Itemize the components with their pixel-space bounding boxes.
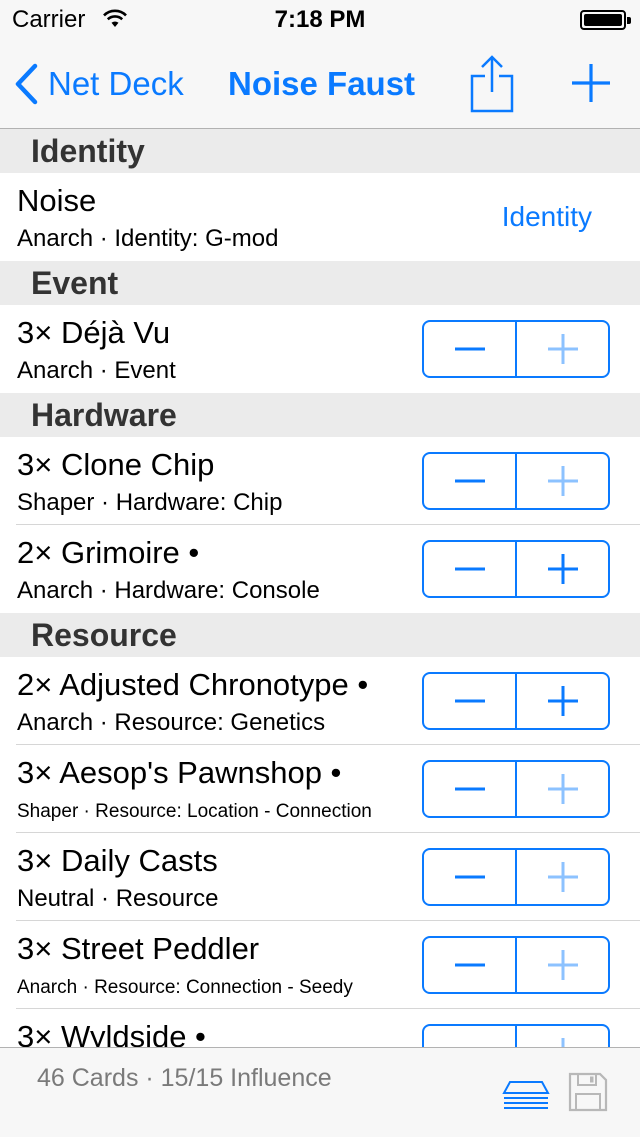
identity-row[interactable]: Noise Anarch · Identity: G-mod Identity: [0, 173, 640, 261]
decrement-button[interactable]: [424, 762, 517, 816]
card-subtitle: Anarch · Identity: G-mod: [17, 225, 279, 252]
minus-icon: [454, 699, 485, 703]
card-title: Noise: [17, 183, 97, 218]
navigation-bar: Net Deck Noise Faust: [0, 40, 640, 129]
battery-icon: [580, 10, 631, 30]
card-title: 3× Déjà Vu: [17, 315, 171, 350]
minus-icon: [454, 963, 485, 967]
card-row[interactable]: 3× Street Peddler Anarch · Resource: Con…: [0, 921, 640, 1009]
draw-cards-button[interactable]: [502, 1076, 550, 1112]
decrement-button[interactable]: [424, 322, 517, 376]
plus-icon: [572, 64, 610, 102]
quantity-stepper[interactable]: [422, 672, 610, 730]
card-title: 2× Adjusted Chronotype •: [17, 667, 369, 702]
minus-icon: [454, 567, 485, 571]
card-title: 3× Aesop's Pawnshop •: [17, 755, 342, 790]
card-title: 3× Street Peddler: [17, 931, 260, 966]
card-subtitle: Anarch · Hardware: Console: [17, 577, 320, 604]
increment-button[interactable]: [517, 938, 608, 992]
chevron-left-icon: [15, 63, 38, 105]
card-row[interactable]: 3× Clone Chip Shaper · Hardware: Chip: [0, 437, 640, 525]
quantity-stepper[interactable]: [422, 320, 610, 378]
increment-button[interactable]: [517, 322, 608, 376]
increment-button[interactable]: [517, 454, 608, 508]
increment-button[interactable]: [517, 674, 608, 728]
card-title: 3× Wyldside •: [17, 1019, 206, 1047]
card-subtitle: Anarch · Event: [17, 357, 176, 384]
card-row[interactable]: 2× Adjusted Chronotype • Anarch · Resour…: [0, 657, 640, 745]
card-row[interactable]: 2× Grimoire • Anarch · Hardware: Console: [0, 525, 640, 613]
section-header-resource: Resource: [0, 613, 640, 657]
card-subtitle: Anarch · Resource: Genetics: [17, 709, 326, 736]
clock: 7:18 PM: [274, 6, 366, 33]
quantity-stepper[interactable]: [422, 760, 610, 818]
increment-button[interactable]: [517, 542, 608, 596]
add-card-button[interactable]: [566, 58, 616, 108]
increment-button[interactable]: [517, 762, 608, 816]
plus-icon: [547, 554, 578, 584]
card-row[interactable]: 3× Wyldside •: [0, 1009, 640, 1047]
bottom-toolbar: 46 Cards · 15/15 Influence: [0, 1047, 640, 1137]
floppy-disk-icon: [568, 1072, 608, 1112]
decrement-button[interactable]: [424, 850, 517, 904]
card-row[interactable]: 3× Daily Casts Neutral · Resource: [0, 833, 640, 921]
minus-icon: [454, 479, 485, 483]
decrement-button[interactable]: [424, 938, 517, 992]
plus-icon: [547, 950, 578, 980]
card-title: 2× Grimoire •: [17, 535, 200, 570]
card-subtitle: Neutral · Resource: [17, 885, 219, 912]
page-title[interactable]: Noise Faust: [228, 40, 415, 128]
quantity-stepper[interactable]: [422, 1024, 610, 1047]
decrement-button[interactable]: [424, 674, 517, 728]
minus-icon: [453, 1036, 487, 1047]
plus-icon: [547, 334, 578, 364]
card-title: 3× Clone Chip: [17, 447, 215, 482]
card-subtitle: Shaper · Hardware: Chip: [17, 489, 283, 516]
back-button-label: Net Deck: [48, 65, 184, 102]
save-button[interactable]: [566, 1070, 610, 1114]
plus-icon: [547, 774, 578, 804]
plus-icon: [547, 466, 578, 496]
plus-icon: [547, 686, 578, 716]
plus-icon: [547, 862, 578, 892]
minus-icon: [454, 787, 485, 791]
card-subtitle: Shaper · Resource: Location - Connection: [17, 801, 372, 822]
share-icon: [470, 55, 514, 113]
quantity-stepper[interactable]: [422, 540, 610, 598]
card-row[interactable]: 3× Aesop's Pawnshop • Shaper · Resource:…: [0, 745, 640, 833]
increment-button[interactable]: [517, 850, 608, 904]
decrement-button[interactable]: [424, 454, 517, 508]
deck-summary: 46 Cards · 15/15 Influence: [37, 1064, 332, 1092]
quantity-stepper[interactable]: [422, 936, 610, 994]
share-button[interactable]: [466, 54, 518, 114]
card-list[interactable]: Identity Noise Anarch · Identity: G-mod …: [0, 129, 640, 1047]
quantity-stepper[interactable]: [422, 848, 610, 906]
identity-button[interactable]: Identity: [502, 201, 592, 233]
back-button[interactable]: Net Deck: [14, 40, 184, 128]
minus-icon: [454, 347, 485, 351]
decrement-button[interactable]: [424, 1026, 517, 1047]
section-header-event: Event: [0, 261, 640, 305]
card-row[interactable]: 3× Déjà Vu Anarch · Event: [0, 305, 640, 393]
decrement-button[interactable]: [424, 542, 517, 596]
section-header-hardware: Hardware: [0, 393, 640, 437]
plus-icon: [561, 1038, 564, 1047]
quantity-stepper[interactable]: [422, 452, 610, 510]
card-title: 3× Daily Casts: [17, 843, 218, 878]
increment-button[interactable]: [517, 1026, 608, 1047]
card-subtitle: Anarch · Resource: Connection - Seedy: [17, 977, 353, 998]
card-stack-icon: [502, 1081, 550, 1109]
status-bar: Carrier 7:18 PM: [0, 0, 640, 40]
minus-icon: [454, 875, 485, 879]
section-header-identity: Identity: [0, 129, 640, 173]
